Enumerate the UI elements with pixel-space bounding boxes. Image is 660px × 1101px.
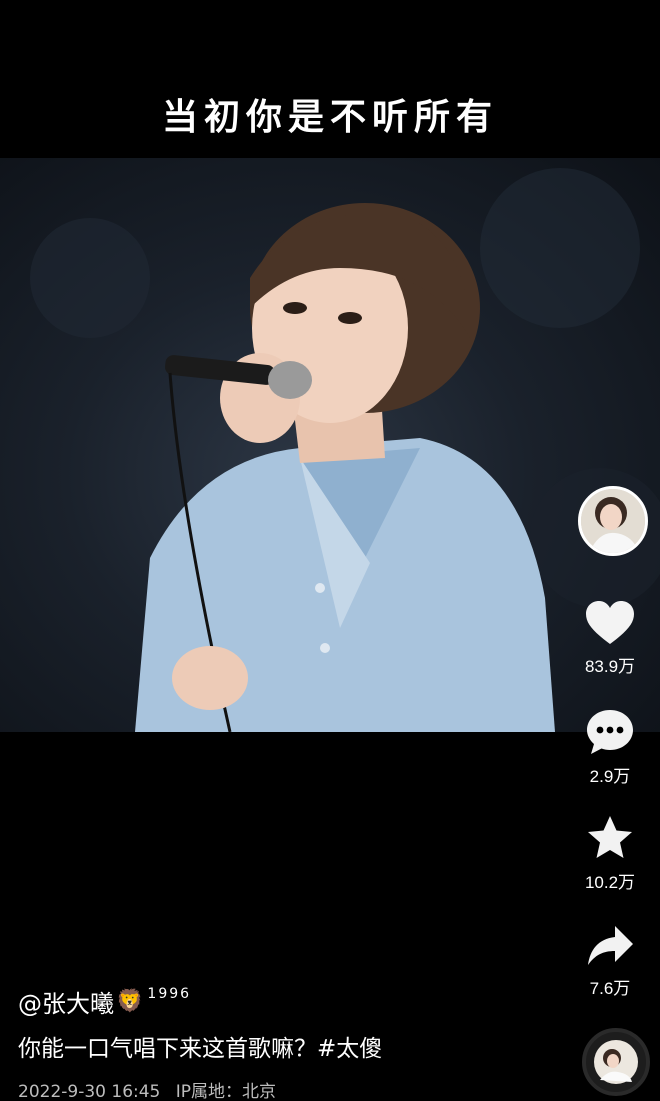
share-count: 7.6万 [589,979,631,998]
post-date: 2022-9-30 16:45 [18,1082,161,1101]
heart-icon [586,601,634,644]
like-button[interactable]: 83.9万 [560,600,660,677]
avatar-icon [581,489,645,553]
star-icon [588,816,632,858]
comment-count: 2.9万 [589,767,631,786]
author-name[interactable]: @张大曦 [18,984,114,1019]
music-disc-icon [594,1040,638,1084]
post-meta: 2022-9-30 16:45 IP属地：北京 [18,1077,538,1101]
action-sidebar: 83.9万 2.9万 10.2万 7.6万 [560,0,660,1101]
video-screen: 当初你是不听所有 83.9万 2.9万 10.2万 7.6万 @张大曦 🦁 19… [0,0,660,1101]
ip-location: IP属地：北京 [175,1082,277,1101]
favorite-count: 10.2万 [584,873,636,892]
video-info: @张大曦 🦁 1996 你能一口气唱下来这首歌嘛？#太傻 2022-9-30 1… [18,984,538,1101]
video-description[interactable]: 你能一口气唱下来这首歌嘛？#太傻 [18,1029,538,1063]
author-line[interactable]: @张大曦 🦁 1996 [18,984,538,1019]
music-disc[interactable] [582,1028,650,1096]
author-avatar[interactable] [578,486,648,556]
share-arrow-icon [588,926,633,965]
lion-icon: 🦁 [116,989,144,1014]
favorite-button[interactable]: 10.2万 [560,814,660,893]
author-tag: 1996 [147,985,192,1002]
comment-button[interactable]: 2.9万 [560,708,660,787]
like-count: 83.9万 [584,657,636,676]
comment-bubble-icon [587,710,633,754]
share-button[interactable]: 7.6万 [560,924,660,999]
